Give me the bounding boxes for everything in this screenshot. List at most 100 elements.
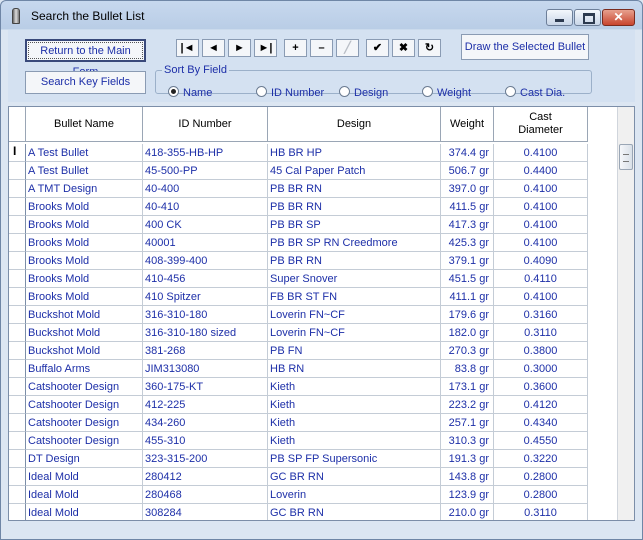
table-cell[interactable]: 0.4400 [494,162,588,180]
table-cell[interactable]: 451.5 gr [441,270,494,288]
table-row[interactable]: Ideal Mold 280468 Loverin 123.9 gr 0.2800 [9,486,617,504]
next-record-button[interactable]: ► [228,39,251,57]
table-cell[interactable]: PB SP FP Supersonic [268,450,441,468]
title-bar[interactable]: Search the Bullet List ✕ [1,1,642,30]
table-cell[interactable]: Ideal Mold [26,504,143,520]
table-cell[interactable]: 379.1 gr [441,252,494,270]
table-row[interactable]: Brooks Mold 40-410 PB BR RN 411.5 gr 0.4100 [9,198,617,216]
table-cell[interactable]: HB RN [268,360,441,378]
table-row[interactable]: Brooks Mold 40001 PB BR SP RN Creedmore 425… [9,234,617,252]
table-cell[interactable]: 0.4100 [494,216,588,234]
column-header-design[interactable]: Design [268,107,441,142]
vertical-scrollbar[interactable] [617,107,634,520]
table-row[interactable]: Brooks Mold 408-399-400 PB BR RN 379.1 gr 0.… [9,252,617,270]
row-selector[interactable] [9,162,26,180]
table-cell[interactable]: 223.2 gr [441,396,494,414]
table-row[interactable]: A Test Bullet 45-500-PP 45 Cal Paper Patch… [9,162,617,180]
table-cell[interactable]: 0.3800 [494,342,588,360]
table-cell[interactable]: PB BR RN [268,180,441,198]
column-header-cast-diameter[interactable]: Cast Diameter [494,107,588,142]
row-selector[interactable]: I [9,144,26,162]
close-button[interactable]: ✕ [602,9,635,26]
cancel-record-button[interactable]: ✖ [392,39,415,57]
table-cell[interactable]: 0.4090 [494,252,588,270]
table-cell[interactable]: 0.3110 [494,324,588,342]
table-cell[interactable]: 411.1 gr [441,288,494,306]
table-cell[interactable]: 0.2800 [494,468,588,486]
sort-option-design[interactable]: Design [339,86,388,100]
table-cell[interactable]: PB BR RN [268,198,441,216]
table-cell[interactable]: 45-500-PP [143,162,268,180]
table-cell[interactable]: 280468 [143,486,268,504]
table-row[interactable]: Buckshot Mold 316-310-180 sized Loverin FN… [9,324,617,342]
edit-record-button[interactable]: ╱ [336,39,359,57]
table-cell[interactable]: Brooks Mold [26,198,143,216]
table-cell[interactable]: JIM313080 [143,360,268,378]
table-cell[interactable]: GC BR RN [268,504,441,520]
delete-record-button[interactable]: – [310,39,333,57]
table-row[interactable]: I A Test Bullet 418-355-HB-HP HB BR HP 374.4… [9,144,617,162]
first-record-button[interactable]: |◄ [176,39,199,57]
table-cell[interactable]: DT Design [26,450,143,468]
table-cell[interactable]: 408-399-400 [143,252,268,270]
table-cell[interactable]: 173.1 gr [441,378,494,396]
table-cell[interactable]: 381-268 [143,342,268,360]
table-cell[interactable]: 191.3 gr [441,450,494,468]
table-cell[interactable]: Kieth [268,414,441,432]
table-row[interactable]: Brooks Mold 410-456 Super Snover 451.5 gr 0.… [9,270,617,288]
table-row[interactable]: Buffalo Arms JIM313080 HB RN 83.8 gr 0.3000 [9,360,617,378]
table-cell[interactable]: PB BR RN [268,252,441,270]
table-cell[interactable]: Catshooter Design [26,414,143,432]
table-row[interactable]: Catshooter Design 434-260 Kieth 257.1 gr 0.4… [9,414,617,432]
table-cell[interactable]: 0.3110 [494,504,588,520]
table-cell[interactable]: 83.8 gr [441,360,494,378]
table-cell[interactable]: 308284 [143,504,268,520]
table-row[interactable]: Buckshot Mold 381-268 PB FN 270.3 gr 0.3800 [9,342,617,360]
row-selector[interactable] [9,378,26,396]
table-cell[interactable]: PB BR SP RN Creedmore [268,234,441,252]
last-record-button[interactable]: ►| [254,39,277,57]
table-cell[interactable]: Ideal Mold [26,468,143,486]
sort-option-cast-dia[interactable]: Cast Dia. [505,86,565,100]
table-row[interactable]: Ideal Mold 308284 GC BR RN 210.0 gr 0.3110 [9,504,617,520]
row-selector[interactable] [9,306,26,324]
row-selector[interactable] [9,486,26,504]
table-row[interactable]: Catshooter Design 412-225 Kieth 223.2 gr 0.4… [9,396,617,414]
table-cell[interactable]: 0.3160 [494,306,588,324]
search-key-fields-button[interactable]: Search Key Fields [25,71,146,94]
table-cell[interactable]: 310.3 gr [441,432,494,450]
table-cell[interactable]: Brooks Mold [26,288,143,306]
table-cell[interactable]: 257.1 gr [441,414,494,432]
table-cell[interactable]: 0.4100 [494,180,588,198]
table-cell[interactable]: Ideal Mold [26,486,143,504]
table-cell[interactable]: 400 CK [143,216,268,234]
table-cell[interactable]: 434-260 [143,414,268,432]
row-selector[interactable] [9,234,26,252]
table-cell[interactable]: Kieth [268,378,441,396]
table-row[interactable]: Brooks Mold 410 Spitzer FB BR ST FN 411.1 g… [9,288,617,306]
draw-selected-bullet-button[interactable]: Draw the Selected Bullet [461,34,589,60]
row-selector[interactable] [9,216,26,234]
table-cell[interactable]: 397.0 gr [441,180,494,198]
row-selector[interactable] [9,360,26,378]
table-cell[interactable]: Buffalo Arms [26,360,143,378]
row-selector[interactable] [9,414,26,432]
table-cell[interactable]: 360-175-KT [143,378,268,396]
prev-record-button[interactable]: ◄ [202,39,225,57]
table-cell[interactable]: 0.4100 [494,288,588,306]
table-cell[interactable]: PB BR SP [268,216,441,234]
table-cell[interactable]: 316-310-180 sized [143,324,268,342]
table-row[interactable]: Brooks Mold 400 CK PB BR SP 417.3 gr 0.4100 [9,216,617,234]
table-cell[interactable]: 417.3 gr [441,216,494,234]
table-cell[interactable]: A Test Bullet [26,162,143,180]
table-cell[interactable]: 182.0 gr [441,324,494,342]
table-cell[interactable]: 0.4100 [494,234,588,252]
table-row[interactable]: Catshooter Design 455-310 Kieth 310.3 gr 0.4… [9,432,617,450]
table-cell[interactable]: 123.9 gr [441,486,494,504]
row-selector[interactable] [9,198,26,216]
column-header-id-number[interactable]: ID Number [143,107,268,142]
table-cell[interactable]: 506.7 gr [441,162,494,180]
table-cell[interactable]: Loverin FN~CF [268,324,441,342]
table-cell[interactable]: Catshooter Design [26,432,143,450]
row-selector[interactable] [9,180,26,198]
